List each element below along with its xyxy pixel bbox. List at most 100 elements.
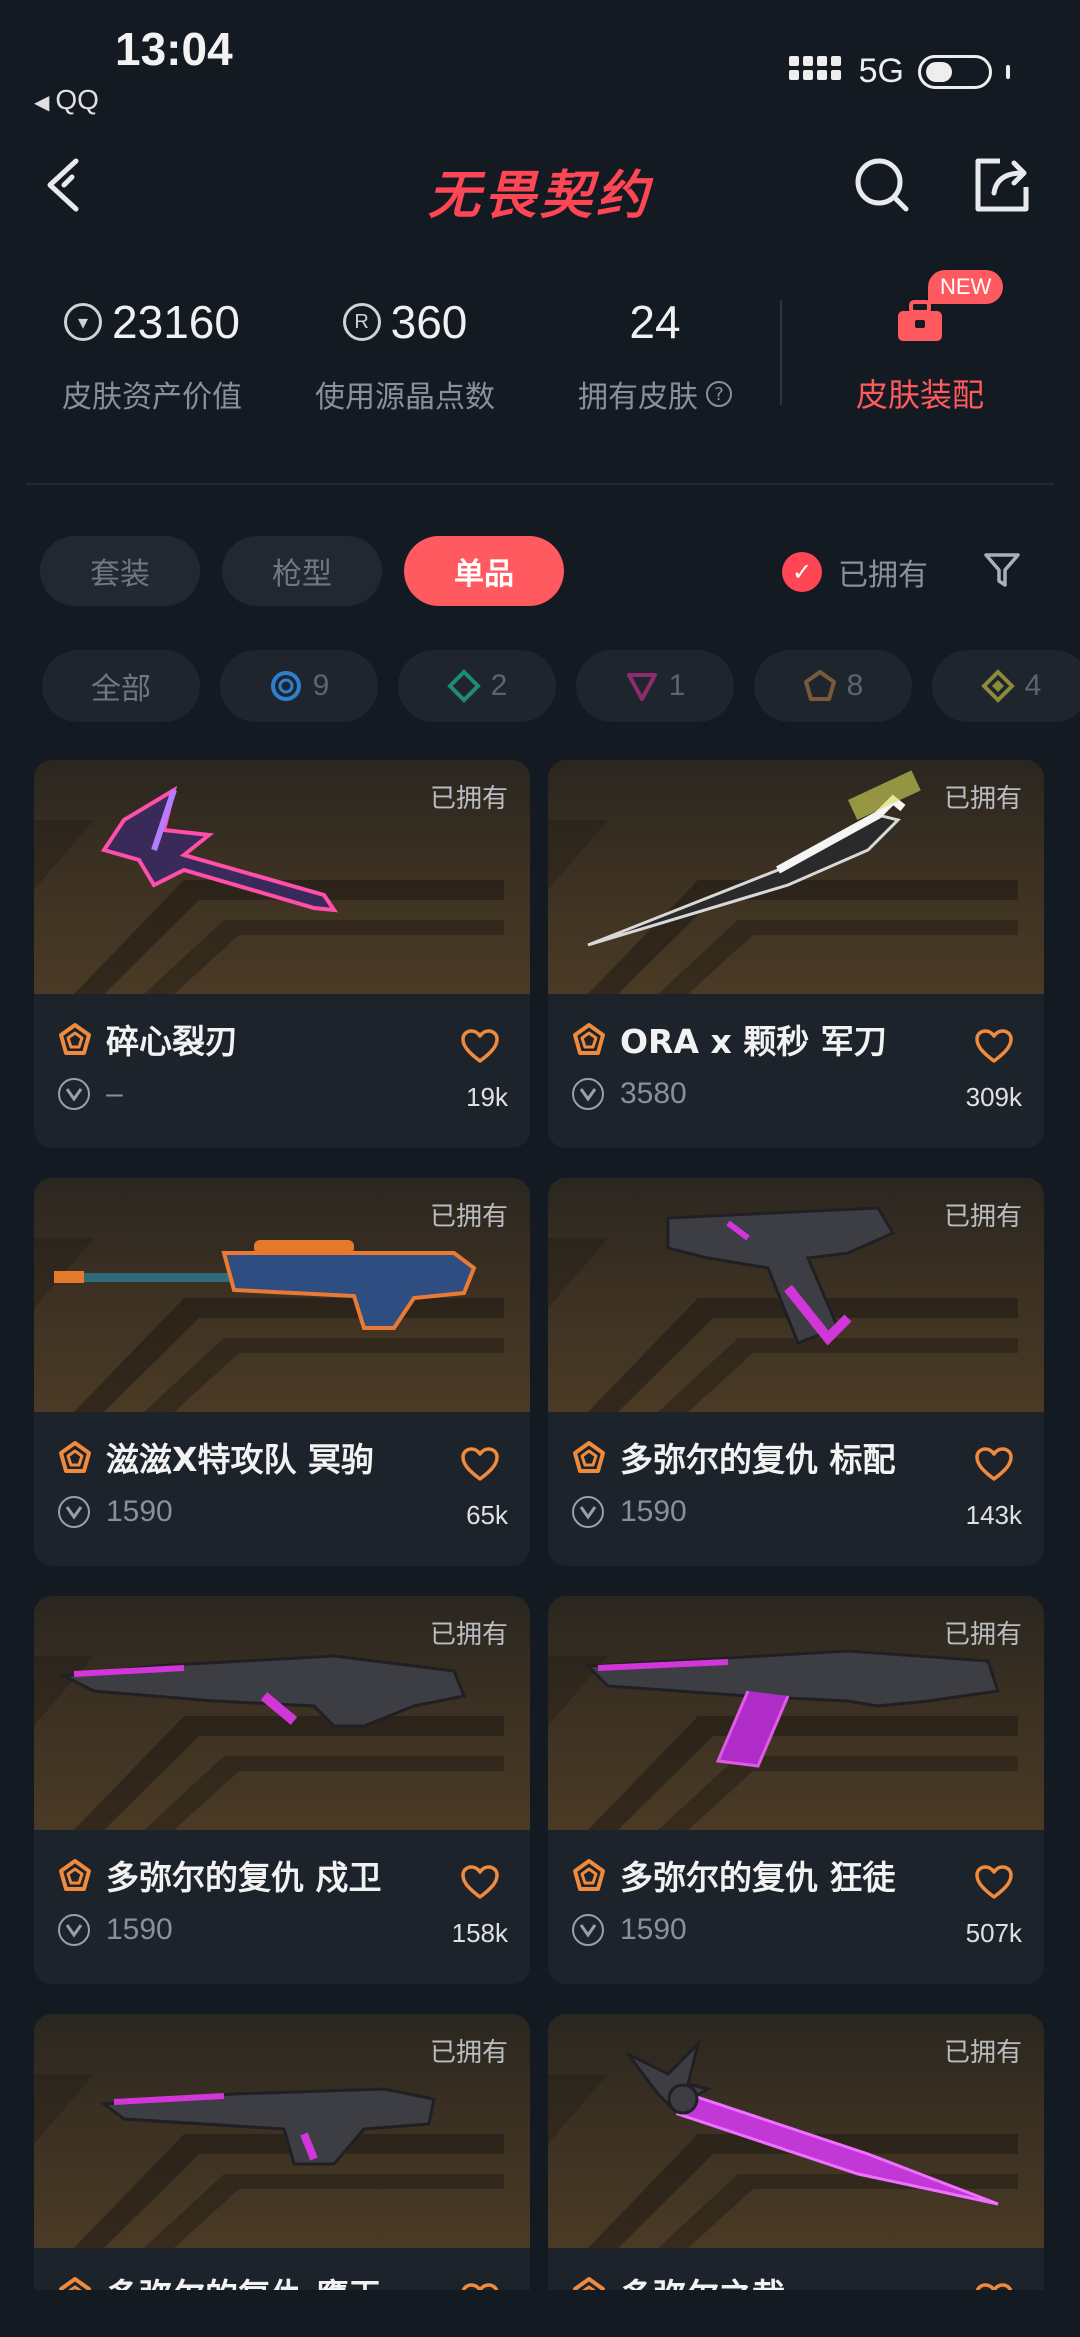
- skin-card[interactable]: 已拥有 ORA x 颗秒 军刀 3580 309k: [548, 760, 1044, 1148]
- suitcase-icon: [895, 300, 945, 344]
- skin-image: 已拥有: [34, 1596, 530, 1830]
- skin-image: 已拥有: [34, 2014, 530, 2248]
- skin-image: 已拥有: [548, 1178, 1044, 1412]
- tab-bundle[interactable]: 套装: [40, 536, 200, 606]
- tier-count: 9: [312, 669, 330, 702]
- back-to-app-link[interactable]: ◀ QQ: [34, 84, 99, 116]
- skin-info: 滋滋X特攻队 冥驹 1590 65k: [34, 1412, 530, 1532]
- vp-coin-icon: [572, 1078, 604, 1110]
- tier-chip-select[interactable]: 9: [220, 650, 378, 722]
- vp-coin-icon: [58, 1914, 90, 1946]
- like-count: 158k: [451, 1918, 508, 1948]
- filter-icon: [984, 553, 1020, 587]
- like-button[interactable]: [974, 1028, 1014, 1064]
- checkmark-icon: ✓: [782, 552, 822, 592]
- skin-info: 多弥尔的复仇 戍卫 1590 158k: [34, 1830, 530, 1950]
- asset-label: 皮肤资产价值: [62, 380, 242, 415]
- owned-filter-toggle[interactable]: ✓ 已拥有: [782, 550, 928, 594]
- tier-ultra-icon: [980, 669, 1015, 703]
- like-button[interactable]: [974, 1446, 1014, 1482]
- page-title: 无畏契约: [427, 166, 652, 226]
- like-button[interactable]: [460, 1028, 500, 1064]
- radianite-label: 使用源晶点数: [315, 380, 495, 415]
- heart-icon: [461, 1865, 499, 1899]
- owned-tag: 已拥有: [943, 784, 1022, 814]
- skin-card[interactable]: 已拥有 多弥尔的复仇 标配 1590 143k: [548, 1178, 1044, 1566]
- heart-icon: [975, 1865, 1013, 1899]
- skin-name: 多弥尔的复仇 戍卫: [106, 1858, 382, 1897]
- like-count: 507k: [965, 1918, 1022, 1948]
- vp-coin-icon: [58, 1496, 90, 1528]
- radianite-icon: R: [342, 303, 381, 341]
- skin-card[interactable]: 已拥有 多弥尔的复仇 戍卫 1590 158k: [34, 1596, 530, 1984]
- skin-card[interactable]: 已拥有滋滋X特攻队 冥驹 1590 65k: [34, 1178, 530, 1566]
- share-button[interactable]: [972, 155, 1032, 215]
- skin-name: ORA x 颗秒 军刀: [620, 1022, 887, 1061]
- battery-icon: [918, 54, 992, 89]
- owned-tag: 已拥有: [429, 1202, 508, 1232]
- like-count: 19k: [466, 1082, 508, 1112]
- stat-asset-value: ▾ 23160 皮肤资产价值: [52, 290, 252, 416]
- tier-count: 1: [668, 669, 686, 702]
- skin-price: 3580: [620, 1077, 687, 1110]
- skin-card[interactable]: 已拥有多弥尔之裁: [548, 2014, 1044, 2290]
- owned-filter-label: 已拥有: [838, 558, 928, 593]
- stat-radianite: R 360 使用源晶点数: [305, 290, 505, 416]
- skin-info: 多弥尔的复仇 标配 1590 143k: [548, 1412, 1044, 1532]
- stat-divider: [780, 300, 782, 405]
- owned-tag: 已拥有: [943, 1620, 1022, 1650]
- skin-name: 多弥尔的复仇 狂徒: [620, 1858, 896, 1897]
- skin-info: 多弥尔之裁: [548, 2248, 1044, 2290]
- skin-price: 1590: [620, 1495, 687, 1528]
- tab-weapon-type[interactable]: 枪型: [222, 536, 382, 606]
- like-button[interactable]: [460, 1864, 500, 1900]
- skin-card[interactable]: 已拥有多弥尔的复仇 鹰王: [34, 2014, 530, 2290]
- tier-chip-deluxe[interactable]: 2: [398, 650, 556, 722]
- heart-icon: [975, 1447, 1013, 1481]
- skin-card[interactable]: 已拥有多弥尔的复仇 狂徒 1590 507k: [548, 1596, 1044, 1984]
- help-icon[interactable]: ?: [706, 381, 732, 407]
- skin-price: 1590: [620, 1913, 687, 1946]
- tier-exclusive-icon: [803, 670, 836, 701]
- like-button[interactable]: [460, 1446, 500, 1482]
- outfit-button[interactable]: NEW 皮肤装配: [820, 270, 1020, 416]
- heart-icon: [461, 1447, 499, 1481]
- tier-exclusive-icon: [59, 1023, 91, 1055]
- status-indicators: 5G: [788, 52, 1010, 91]
- like-button[interactable]: [974, 1864, 1014, 1900]
- tier-exclusive-icon: [59, 1441, 91, 1473]
- status-time: 13:04: [115, 23, 233, 75]
- like-count: 309k: [965, 1082, 1022, 1112]
- tier-count: 8: [846, 669, 864, 702]
- tier-chip-ultra[interactable]: 4: [932, 650, 1080, 722]
- like-button[interactable]: [460, 2282, 500, 2290]
- tier-exclusive-icon: [573, 1859, 605, 1891]
- like-button[interactable]: [974, 2282, 1014, 2290]
- skin-name: 多弥尔的复仇 鹰王: [106, 2269, 382, 2290]
- vp-coin-icon: [572, 1496, 604, 1528]
- vp-coin-icon: ▾: [64, 303, 103, 341]
- heart-icon: [975, 2283, 1013, 2290]
- like-count: 143k: [965, 1500, 1022, 1530]
- signal-icon: [788, 55, 845, 88]
- search-icon: [855, 158, 909, 212]
- asset-value: 23160: [112, 296, 240, 348]
- like-count: 65k: [466, 1500, 508, 1530]
- tier-exclusive-icon: [59, 2277, 91, 2290]
- skin-image: 已拥有: [34, 1178, 530, 1412]
- tab-single-item[interactable]: 单品: [404, 536, 564, 606]
- skin-grid: 已拥有 碎心裂刃 –19k 已拥有 ORA x 颗秒 军刀 3580 309k 已拥有 滋滋X特…: [34, 760, 1046, 2290]
- owned-count: 24: [629, 296, 681, 348]
- filter-button[interactable]: [982, 550, 1022, 590]
- tier-count: 2: [490, 669, 508, 702]
- heart-icon: [461, 2283, 499, 2290]
- tier-chip-premium[interactable]: 1: [576, 650, 734, 722]
- vp-coin-icon: [572, 1914, 604, 1946]
- tier-chip-exclusive[interactable]: 8: [754, 650, 912, 722]
- back-app-label: QQ: [55, 84, 99, 115]
- category-tabs: 套装 枪型 单品: [40, 536, 564, 606]
- skin-card[interactable]: 已拥有 碎心裂刃 – 19k: [34, 760, 530, 1148]
- tier-chip-all[interactable]: 全部: [42, 650, 200, 722]
- stat-owned-count[interactable]: 24 拥有皮肤?: [560, 290, 750, 416]
- search-button[interactable]: [852, 155, 912, 215]
